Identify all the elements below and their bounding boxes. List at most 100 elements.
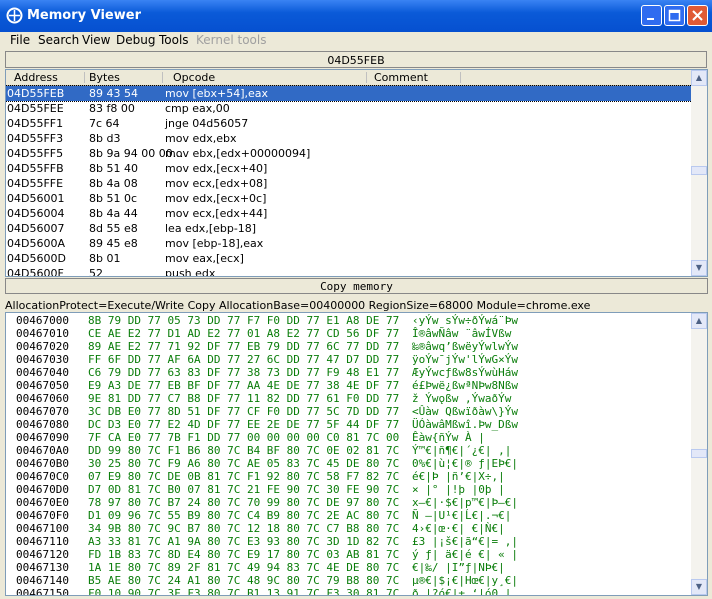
- hex-scroll-down-arrow[interactable]: ▼: [691, 579, 707, 595]
- disassembler-view[interactable]: Address Bytes Opcode Comment 04D55FEB 89 …: [5, 69, 708, 277]
- menu-debug[interactable]: Debug: [116, 33, 155, 47]
- hex-row[interactable]: 00467100 34 9B 80 7C 9C B7 80 7C 12 18 80…: [6, 522, 692, 535]
- hex-row[interactable]: 00467140 B5 AE 80 7C 24 A1 80 7C 48 9C 80…: [6, 574, 692, 587]
- hex-ascii: ÿoÝw¯jÝw'lÝwG×Ýw: [412, 353, 518, 366]
- copy-memory-button[interactable]: Copy memory: [5, 278, 708, 294]
- hex-bytes: B5 AE 80 7C 24 A1 80 7C 48 9C 80 7C 79 B…: [88, 574, 400, 587]
- hex-row[interactable]: 004670B0 30 25 80 7C F9 A6 80 7C AE 05 83…: [6, 457, 692, 470]
- disasm-address: 04D56001: [7, 192, 65, 205]
- hex-bytes: 34 9B 80 7C 9C B7 80 7C 12 18 80 7C C7 B…: [88, 522, 400, 535]
- disasm-row[interactable]: 04D5600A 89 45 e8 mov [ebp-18],eax: [6, 236, 692, 251]
- disasm-row[interactable]: 04D56004 8b 4a 44 mov ecx,[edx+44]: [6, 206, 692, 221]
- hex-row[interactable]: 00467000 8B 79 DD 77 05 73 DD 77 F7 F0 DD…: [6, 314, 692, 327]
- hex-bytes: C6 79 DD 77 63 83 DF 77 38 73 DD 77 F9 4…: [88, 366, 400, 379]
- hex-ascii: ž Ýwǫßw ‚ÝwaðÝw: [412, 392, 512, 405]
- hex-row[interactable]: 00467090 7F CA E0 77 7B F1 DD 77 00 00 00…: [6, 431, 692, 444]
- disasm-row[interactable]: 04D56007 8d 55 e8 lea edx,[ebp-18]: [6, 221, 692, 236]
- hex-row[interactable]: 00467050 E9 A3 DE 77 EB BF DF 77 AA 4E DE…: [6, 379, 692, 392]
- hex-addr: 004670E0: [16, 496, 69, 509]
- hex-row[interactable]: 00467070 3C DB E0 77 8D 51 DF 77 CF F0 DD…: [6, 405, 692, 418]
- hex-row[interactable]: 004670D0 D7 0D 81 7C B0 07 81 7C 21 FE 90…: [6, 483, 692, 496]
- hex-row[interactable]: 00467010 CE AE E2 77 D1 AD E2 77 01 A8 E2…: [6, 327, 692, 340]
- hex-ascii: Ý™€|ñ¶€|´¿€| ‚|: [412, 444, 512, 457]
- disasm-row[interactable]: 04D56001 8b 51 0c mov edx,[ecx+0c]: [6, 191, 692, 206]
- disasm-bytes: 52: [89, 267, 103, 277]
- hex-row[interactable]: 00467150 F0 10 90 7C 3F F3 80 7C B1 13 91…: [6, 587, 692, 596]
- hex-row[interactable]: 00467130 1A 1E 80 7C 89 2F 81 7C 49 94 83…: [6, 561, 692, 574]
- menu-tools[interactable]: Tools: [159, 33, 189, 47]
- menu-bar: File Search View Debug Tools Kernel tool…: [0, 32, 712, 50]
- address-bar[interactable]: 04D55FEB: [5, 51, 707, 68]
- hex-row[interactable]: 00467110 A3 33 81 7C A1 9A 80 7C E3 93 80…: [6, 535, 692, 548]
- hex-row[interactable]: 00467040 C6 79 DD 77 63 83 DF 77 38 73 DD…: [6, 366, 692, 379]
- hex-addr: 004670D0: [16, 483, 69, 496]
- disasm-bytes: 7c 64: [89, 117, 120, 130]
- disasm-row[interactable]: 04D55FFE 8b 4a 08 mov ecx,[edx+08]: [6, 176, 692, 191]
- disasm-row[interactable]: 04D55FEB 89 43 54 mov [ebx+54],eax: [6, 85, 693, 102]
- hex-row[interactable]: 004670A0 DD 99 80 7C F1 B6 80 7C B4 BF 80…: [6, 444, 692, 457]
- hex-ascii: é£Þwë¿ßwªNÞw8Nßw: [412, 379, 518, 392]
- disasm-opcode: mov edx,[ecx+40]: [165, 162, 268, 175]
- hex-row[interactable]: 00467080 DC D3 E0 77 E2 4D DF 77 EE 2E DE…: [6, 418, 692, 431]
- close-button[interactable]: [687, 5, 708, 26]
- hex-row[interactable]: 004670F0 D1 09 96 7C 55 B9 80 7C C4 B9 80…: [6, 509, 692, 522]
- menu-file[interactable]: File: [10, 33, 30, 47]
- hex-addr: 00467070: [16, 405, 69, 418]
- column-comment[interactable]: Comment: [374, 71, 428, 84]
- hex-bytes: D7 0D 81 7C B0 07 81 7C 21 FE 90 7C 30 F…: [88, 483, 400, 496]
- hex-view[interactable]: 00467000 8B 79 DD 77 05 73 DD 77 F7 F0 DD…: [5, 312, 708, 596]
- hex-scroll-up-arrow[interactable]: ▲: [691, 313, 707, 329]
- scroll-up-arrow[interactable]: ▲: [691, 70, 707, 86]
- hex-row[interactable]: 004670C0 07 E9 80 7C DE 0B 81 7C F1 92 80…: [6, 470, 692, 483]
- hex-row[interactable]: 004670E0 78 97 80 7C B7 24 80 7C 70 99 80…: [6, 496, 692, 509]
- hex-ascii: ð |?ó€|± ‘|ó0 |: [412, 587, 512, 596]
- disasm-opcode: mov [ebx+54],eax: [165, 87, 269, 100]
- hex-row[interactable]: 00467030 FF 6F DD 77 AF 6A DD 77 27 6C DD…: [6, 353, 692, 366]
- disasm-row[interactable]: 04D5600F 52 push edx: [6, 266, 692, 277]
- hex-bytes: 1A 1E 80 7C 89 2F 81 7C 49 94 83 7C 4E D…: [88, 561, 400, 574]
- disasm-opcode: mov ecx,[edx+08]: [165, 177, 268, 190]
- hex-bytes: E9 A3 DE 77 EB BF DF 77 AA 4E DE 77 38 4…: [88, 379, 400, 392]
- column-address[interactable]: Address: [14, 71, 58, 84]
- disasm-opcode: mov ecx,[edx+44]: [165, 207, 268, 220]
- disassembler-rows: 04D55FEB 89 43 54 mov [ebx+54],eax 04D55FEE…: [6, 85, 693, 277]
- disasm-address: 04D55FF1: [7, 117, 64, 130]
- disasm-row[interactable]: 04D55FF5 8b 9a 94 00 00... mov ebx,[edx+00…: [6, 146, 692, 161]
- hex-scrollbar[interactable]: ▲ ▼: [691, 313, 707, 595]
- minimize-button[interactable]: [641, 5, 662, 26]
- hex-bytes: 3C DB E0 77 8D 51 DF 77 CF F0 DD 77 5C 7…: [88, 405, 400, 418]
- column-bytes[interactable]: Bytes: [89, 71, 120, 84]
- hex-ascii: Î®âwÑ­âw ¨âwÍVßw: [412, 327, 512, 340]
- column-opcode[interactable]: Opcode: [173, 71, 215, 84]
- disassembler-scrollbar[interactable]: ▲ ▼: [691, 70, 707, 276]
- menu-view[interactable]: View: [82, 33, 110, 47]
- hex-addr: 004670C0: [16, 470, 69, 483]
- disasm-row[interactable]: 04D55FF3 8b d3 mov edx,ebx: [6, 131, 692, 146]
- hex-row[interactable]: 00467020 89 AE E2 77 71 92 DF 77 EB 79 DD…: [6, 340, 692, 353]
- hex-bytes: 89 AE E2 77 71 92 DF 77 EB 79 DD 77 6C 7…: [88, 340, 400, 353]
- title-bar[interactable]: Memory Viewer: [0, 0, 712, 32]
- hex-addr: 00467010: [16, 327, 69, 340]
- disasm-address: 04D55FF3: [7, 132, 64, 145]
- disasm-row[interactable]: 04D55FFB 8b 51 40 mov edx,[ecx+40]: [6, 161, 692, 176]
- maximize-button[interactable]: [664, 5, 685, 26]
- disasm-row[interactable]: 04D55FF1 7c 64 jnge 04d56057: [6, 116, 692, 131]
- hex-bytes: A3 33 81 7C A1 9A 80 7C E3 93 80 7C 3D 1…: [88, 535, 400, 548]
- scroll-down-arrow[interactable]: ▼: [691, 260, 707, 276]
- disasm-address: 04D56004: [7, 207, 65, 220]
- hex-ascii: x—€|·$€|p™€|Þ—€|: [412, 496, 518, 509]
- hex-bytes: D1 09 96 7C 55 B9 80 7C C4 B9 80 7C 2E A…: [88, 509, 400, 522]
- disasm-address: 04D5600D: [7, 252, 66, 265]
- disasm-row[interactable]: 04D55FEE 83 f8 00 cmp eax,00: [6, 101, 692, 116]
- menu-search[interactable]: Search: [38, 33, 79, 47]
- scroll-thumb[interactable]: [691, 166, 707, 175]
- hex-row[interactable]: 00467120 FD 1B 83 7C 8D E4 80 7C E9 17 80…: [6, 548, 692, 561]
- hex-ascii: ‹yÝw sÝw÷ðÝwá¨Þw: [412, 314, 518, 327]
- disasm-bytes: 8b 51 40: [89, 162, 138, 175]
- menu-kernel-tools[interactable]: Kernel tools: [196, 33, 267, 47]
- hex-row[interactable]: 00467060 9E 81 DD 77 C7 B8 DF 77 11 82 DD…: [6, 392, 692, 405]
- disasm-address: 04D55FFB: [7, 162, 64, 175]
- disasm-row[interactable]: 04D5600D 8b 01 mov eax,[ecx]: [6, 251, 692, 266]
- hex-addr: 00467140: [16, 574, 69, 587]
- hex-scroll-thumb[interactable]: [691, 449, 707, 458]
